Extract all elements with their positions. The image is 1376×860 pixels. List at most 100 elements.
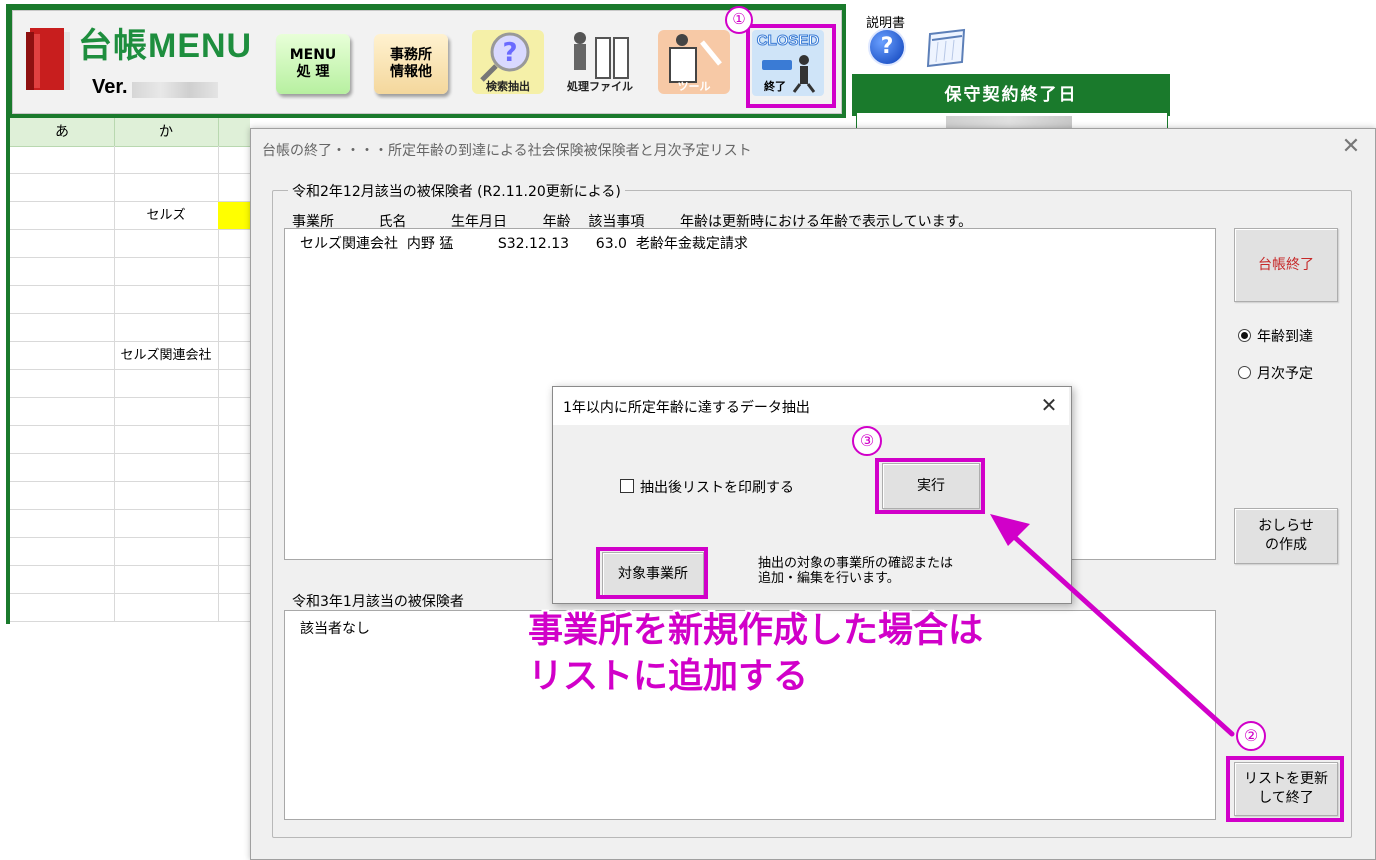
next-month-label: 令和3年1月該当の被保険者 xyxy=(292,594,464,610)
sheet-cell[interactable] xyxy=(10,566,115,593)
sheet-cell[interactable] xyxy=(114,258,219,285)
table-row xyxy=(10,314,251,342)
sheet-cell[interactable] xyxy=(218,146,251,173)
sheet-cell[interactable] xyxy=(114,594,219,621)
sheet-cell[interactable] xyxy=(10,286,115,313)
office-info-label: 事務所 情報他 xyxy=(390,47,432,80)
process-files-button[interactable]: 処理ファイル xyxy=(562,24,638,98)
sheet-cell[interactable] xyxy=(114,426,219,453)
sheet-cell[interactable] xyxy=(114,482,219,509)
sheet-cell[interactable] xyxy=(114,146,219,173)
sheet-cell[interactable] xyxy=(10,538,115,565)
menu-process-button[interactable]: MENU 処 理 xyxy=(276,34,350,94)
sheet-cell[interactable] xyxy=(218,174,251,201)
sheet-cell[interactable] xyxy=(114,398,219,425)
sheet-cell[interactable] xyxy=(218,342,251,369)
print-after-extract-checkbox[interactable]: 抽出後リストを印刷する xyxy=(620,477,794,497)
sheet-cell[interactable] xyxy=(218,454,251,481)
highlight-execute xyxy=(875,458,985,514)
table-row xyxy=(10,146,251,174)
highlight-target-offices xyxy=(596,547,708,599)
annotation-line2: リストに追加する xyxy=(528,657,809,697)
svg-text:?: ? xyxy=(502,38,517,68)
help-icon[interactable]: ? xyxy=(868,28,906,66)
table-row xyxy=(10,398,251,426)
sheet-cell[interactable] xyxy=(10,426,115,453)
sheet-cell[interactable] xyxy=(218,566,251,593)
column-header-ka: か xyxy=(114,118,219,146)
office-info-button[interactable]: 事務所 情報他 xyxy=(374,34,448,94)
create-notice-button[interactable]: おしらせ の作成 xyxy=(1234,508,1338,564)
end-ledger-label: 台帳終了 xyxy=(1258,256,1314,273)
checkbox-icon xyxy=(620,479,634,493)
annotation-note: 事業所を新規作成した場合は リストに追加する xyxy=(528,608,983,700)
sheet-cell[interactable] xyxy=(218,370,251,397)
sheet-cell[interactable] xyxy=(218,202,251,229)
radio-unselected-icon xyxy=(1238,366,1251,379)
print-after-extract-label: 抽出後リストを印刷する xyxy=(640,480,794,496)
table-row xyxy=(10,538,251,566)
sheet-cell[interactable] xyxy=(114,510,219,537)
table-row xyxy=(10,230,251,258)
table-row xyxy=(10,566,251,594)
sheet-cell[interactable] xyxy=(10,174,115,201)
radio-monthly-label: 月次予定 xyxy=(1257,366,1313,382)
target-offices-description: 抽出の対象の事業所の確認または 追加・編集を行います。 xyxy=(758,556,953,586)
sheet-cell[interactable] xyxy=(10,370,115,397)
sheet-cell[interactable] xyxy=(114,174,219,201)
sheet-cell[interactable] xyxy=(114,454,219,481)
sheet-cell[interactable] xyxy=(10,594,115,621)
sheet-cell[interactable] xyxy=(218,510,251,537)
sheet-cell[interactable] xyxy=(218,538,251,565)
tools-label: ツール xyxy=(677,80,711,93)
radio-age-reached[interactable]: 年齢到達 xyxy=(1238,326,1313,346)
sheet-cell[interactable] xyxy=(10,146,115,173)
process-files-label: 処理ファイル xyxy=(567,80,633,93)
sheet-cell[interactable] xyxy=(218,286,251,313)
table-row xyxy=(10,482,251,510)
sheet-cell[interactable] xyxy=(218,230,251,257)
sheet-cell[interactable] xyxy=(10,482,115,509)
version-label: Ver. xyxy=(92,76,128,98)
sheet-cell[interactable] xyxy=(218,258,251,285)
group-label: 令和2年12月該当の被保険者 (R2.11.20更新による) xyxy=(288,181,625,201)
radio-age-label: 年齢到達 xyxy=(1257,329,1313,345)
sheet-cell[interactable] xyxy=(114,230,219,257)
sheet-cell[interactable] xyxy=(114,566,219,593)
sheet-cell[interactable] xyxy=(10,258,115,285)
column-header-a: あ xyxy=(10,118,115,146)
sheet-cell[interactable] xyxy=(10,398,115,425)
app-title: 台帳MENU xyxy=(78,27,253,65)
menu-process-label: MENU 処 理 xyxy=(289,47,337,80)
sheet-cell[interactable] xyxy=(218,426,251,453)
sheet-cell[interactable] xyxy=(10,510,115,537)
sheet-cell[interactable] xyxy=(10,202,115,229)
calendar-icon[interactable] xyxy=(924,26,968,68)
sheet-cell[interactable]: セルズ関連会社 xyxy=(114,342,219,369)
extract-dialog-close-icon[interactable]: ✕ xyxy=(1036,392,1062,418)
extract-dialog-title: 1年以内に所定年齢に達するデータ抽出 xyxy=(563,400,810,416)
sheet-cell[interactable] xyxy=(114,370,219,397)
sheet-cell[interactable] xyxy=(218,314,251,341)
sheet-cell[interactable] xyxy=(10,342,115,369)
sheet-cell[interactable] xyxy=(10,454,115,481)
sheet-cell[interactable] xyxy=(10,230,115,257)
tools-button[interactable]: ツール xyxy=(656,24,732,98)
sheet-cell[interactable] xyxy=(114,314,219,341)
annotation-line1: 事業所を新規作成した場合は xyxy=(528,611,984,651)
sheet-cell[interactable] xyxy=(10,314,115,341)
sheet-cell[interactable] xyxy=(114,538,219,565)
sheet-cell[interactable] xyxy=(218,594,251,621)
sheet-cell[interactable] xyxy=(114,286,219,313)
end-ledger-button[interactable]: 台帳終了 xyxy=(1234,228,1338,302)
list-item[interactable]: セルズ関連会社 内野 猛 S32.12.13 63.0 老齢年金裁定請求 xyxy=(300,233,748,253)
dialog-close-icon[interactable]: ✕ xyxy=(1338,134,1364,160)
radio-monthly[interactable]: 月次予定 xyxy=(1238,363,1313,383)
sheet-cell[interactable] xyxy=(218,398,251,425)
table-row: セルズ関連会社 xyxy=(10,342,251,370)
maintenance-end-label: 保守契約終了日 xyxy=(852,74,1170,116)
sheet-cell[interactable] xyxy=(218,482,251,509)
step-1-badge: ① xyxy=(725,6,753,34)
sheet-cell[interactable]: セルズ xyxy=(114,202,219,229)
search-extract-button[interactable]: ? 検索抽出 xyxy=(470,24,546,98)
